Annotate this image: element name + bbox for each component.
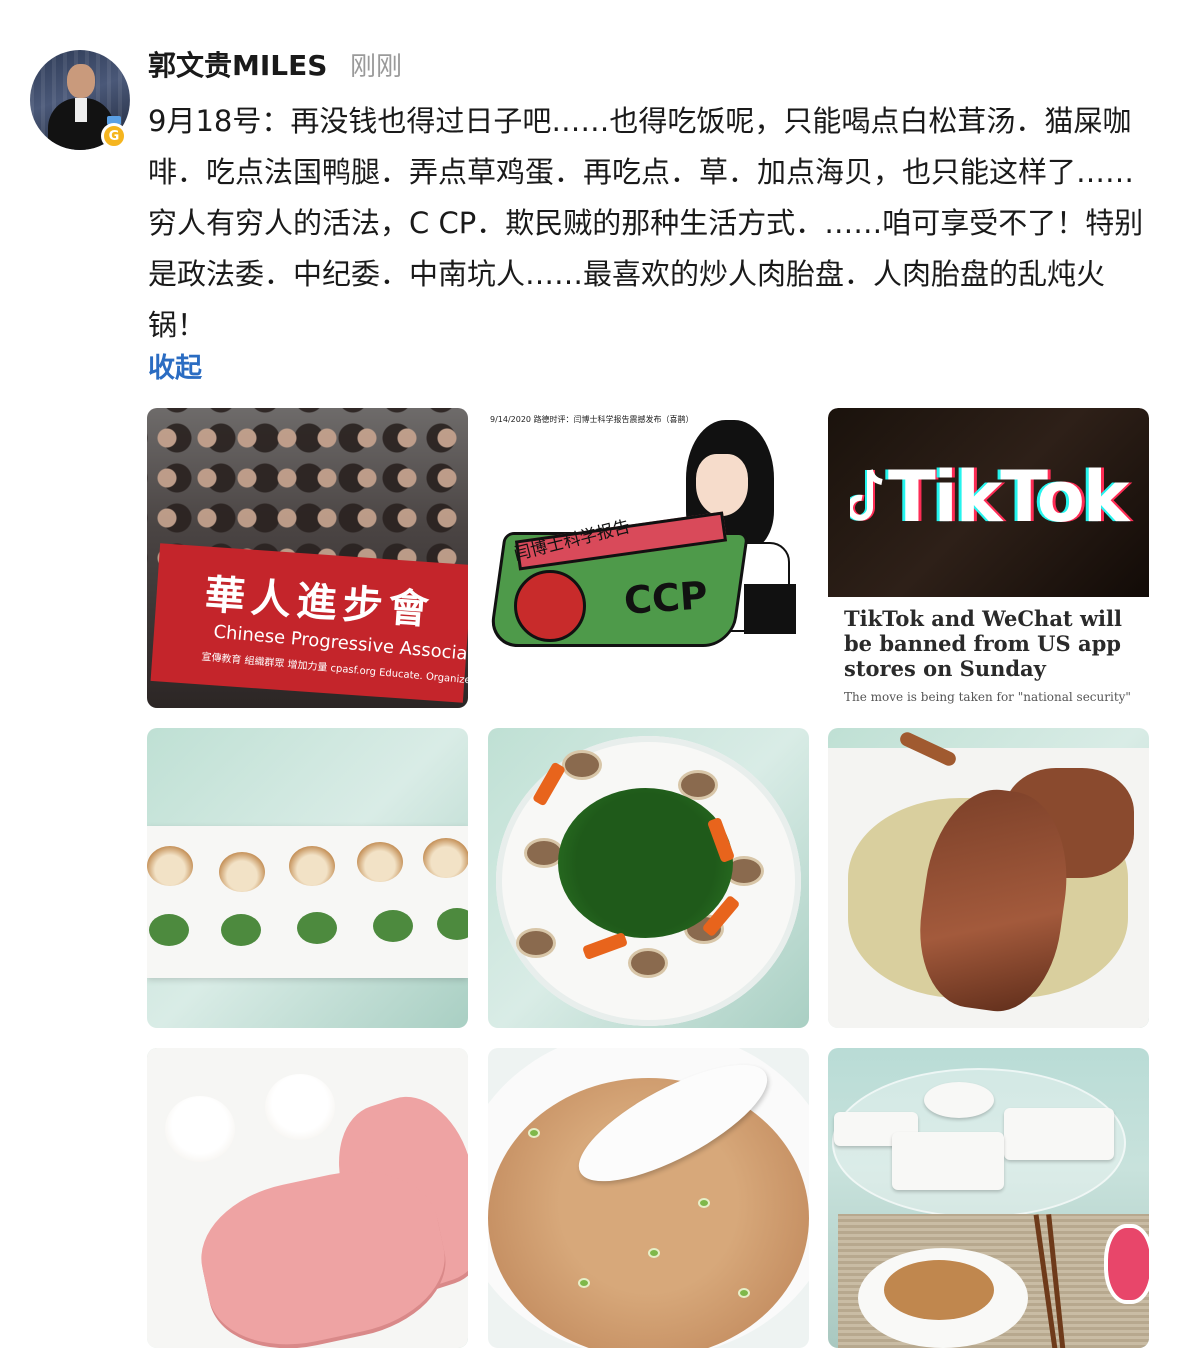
news-headline: TikTok and WeChat will be banned from US… [844, 606, 1122, 681]
scallop [289, 846, 335, 886]
image-grid: 華人進步會 Chinese Progressive Association 宣傳… [147, 408, 1149, 1348]
pesto-dollop [373, 910, 413, 942]
virus-icon [514, 570, 586, 642]
post-text: 9月18号：再没钱也得过日子吧……也得吃饭呢，只能喝点白松茸汤．猫屎咖啡．吃点法… [148, 104, 1144, 342]
cartoon-woman-face [694, 452, 750, 518]
plate-eggs [892, 1132, 1004, 1190]
verified-badge-icon: G [101, 123, 127, 149]
plate-duck [1004, 1108, 1114, 1160]
pesto-dollop [297, 912, 337, 944]
scallop [219, 852, 265, 892]
scallion [528, 1128, 540, 1138]
author-name[interactable]: 郭文贵MILES [148, 44, 327, 84]
image-scallops[interactable] [147, 728, 468, 1028]
scallion [578, 1278, 590, 1288]
soup [884, 1260, 994, 1320]
cartoon-header: 9/14/2020 路德时评：闫博士科学报告震撼发布（喜鹊） [490, 415, 694, 424]
post-time: 刚刚 [350, 52, 403, 82]
image-eggs-ham[interactable] [147, 1048, 468, 1348]
image-table-overview[interactable] [828, 1048, 1149, 1348]
pesto-dollop [221, 914, 261, 946]
mushroom [628, 948, 668, 978]
coffin-text: CCP [622, 573, 710, 623]
image-duck-leg[interactable] [828, 728, 1149, 1028]
image-spinach-mushrooms[interactable] [488, 728, 809, 1028]
pesto-dollop [149, 914, 189, 946]
mushroom [516, 928, 556, 958]
mushroom [562, 750, 602, 780]
tiktok-note-icon [850, 469, 883, 521]
scallop [357, 842, 403, 882]
spinach [558, 788, 733, 938]
image-protest[interactable]: 華人進步會 Chinese Progressive Association 宣傳… [147, 408, 468, 708]
plate-spinach [924, 1082, 994, 1118]
image-tiktok-news[interactable]: TikTok TikTok and WeChat will be banned … [828, 408, 1149, 708]
avatar-face [67, 64, 95, 98]
scallion [648, 1248, 660, 1258]
tiktok-logo-text: TikTok [888, 456, 1129, 538]
scallion [698, 1198, 710, 1208]
cartoon-woman-skirt [744, 584, 796, 634]
poached-egg [265, 1074, 335, 1140]
scallop [423, 838, 468, 878]
image-cartoon[interactable]: 9/14/2020 路德时评：闫博士科学报告震撼发布（喜鹊） CCP 闫博士科学… [488, 408, 809, 708]
image-soup[interactable] [488, 1048, 809, 1348]
teacup [1104, 1224, 1149, 1304]
avatar-shirt [75, 98, 87, 122]
poached-egg [165, 1096, 235, 1162]
scallion [738, 1288, 750, 1298]
news-subtitle: The move is being taken for "national se… [844, 690, 1131, 704]
scallop [147, 846, 193, 886]
collapse-link[interactable]: 收起 [148, 346, 202, 385]
